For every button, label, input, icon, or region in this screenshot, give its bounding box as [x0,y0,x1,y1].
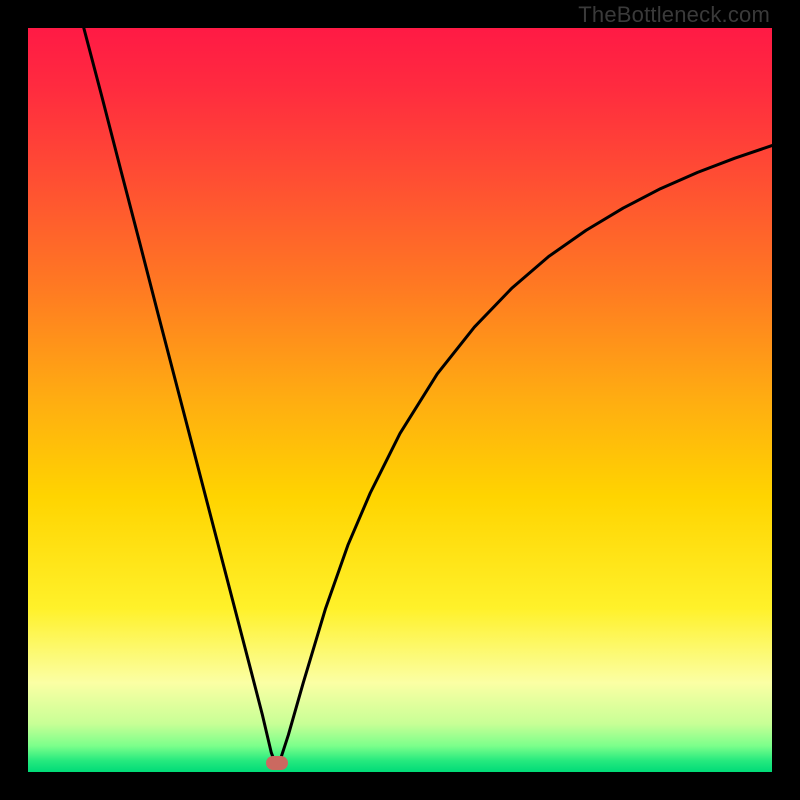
right-branch-path [279,146,772,763]
left-branch-path [84,28,275,762]
chart-stage: TheBottleneck.com [0,0,800,800]
plot-area [28,28,772,772]
minimum-marker [266,756,288,770]
curve-layer [28,28,772,772]
watermark-text: TheBottleneck.com [578,2,770,28]
